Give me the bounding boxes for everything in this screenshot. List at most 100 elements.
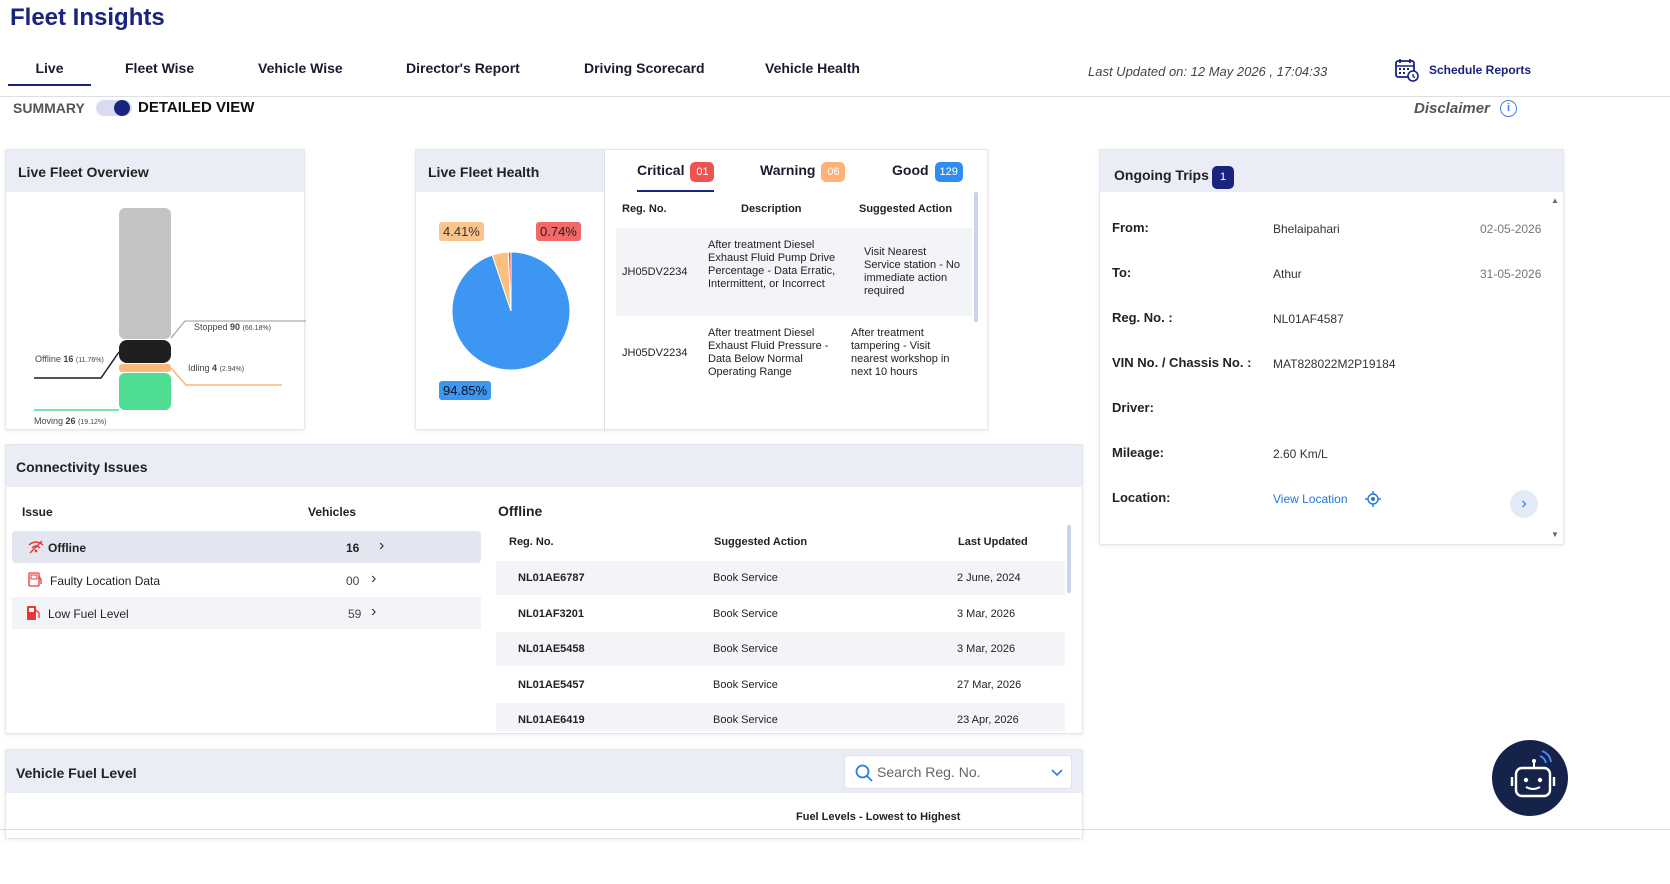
table-row[interactable]: JH05DV2234 After treatment Diesel Exhaus… bbox=[616, 228, 972, 316]
updated-cell: 3 Mar, 2026 bbox=[957, 643, 1016, 655]
detailed-view-label[interactable]: DETAILED VIEW bbox=[138, 99, 254, 116]
tab-fleet-wise[interactable]: Fleet Wise bbox=[125, 60, 194, 86]
col-suggested-action: Suggested Action bbox=[714, 536, 808, 548]
good-count-badge: 129 bbox=[934, 162, 963, 182]
issue-row-low-fuel[interactable]: Low Fuel Level 59 › bbox=[12, 597, 481, 629]
offline-icon bbox=[28, 540, 44, 554]
critical-count-badge: 01 bbox=[690, 162, 715, 182]
chevron-right-icon[interactable]: › bbox=[371, 603, 376, 621]
info-icon[interactable]: i bbox=[1500, 100, 1517, 117]
locate-icon[interactable] bbox=[1365, 491, 1381, 507]
stopped-bar bbox=[119, 208, 171, 339]
ongoing-trips-card: Ongoing Trips 1 From: Bhelaipahari 02-05… bbox=[1099, 149, 1564, 545]
idling-label: Idling 4 (2.94%) bbox=[188, 363, 245, 373]
table-row[interactable]: NL01AE5457 Book Service 27 Mar, 2026 bbox=[496, 668, 1065, 702]
issue-count: 00 bbox=[346, 574, 360, 588]
from-label: From: bbox=[1112, 220, 1149, 235]
to-label: To: bbox=[1112, 265, 1132, 280]
action-cell: Visit Nearest Service station - No immed… bbox=[864, 246, 960, 297]
reg-cell: NL01AE6419 bbox=[518, 714, 585, 726]
scrollbar[interactable] bbox=[1067, 525, 1071, 593]
table-row[interactable]: NL01AE5458 Book Service 3 Mar, 2026 bbox=[496, 632, 1065, 666]
table-row[interactable]: JH05DV2234 After treatment Diesel Exhaus… bbox=[616, 320, 972, 390]
view-location-link[interactable]: View Location bbox=[1273, 492, 1348, 506]
warning-count-badge: 06 bbox=[821, 162, 846, 182]
tab-warning[interactable]: Warning 06 bbox=[760, 162, 846, 182]
scrollbar[interactable] bbox=[974, 192, 978, 322]
tab-critical[interactable]: Critical 01 bbox=[637, 162, 715, 192]
next-trip-button[interactable]: › bbox=[1510, 490, 1538, 518]
tab-directors-report[interactable]: Director's Report bbox=[406, 60, 520, 86]
header-divider bbox=[0, 96, 1670, 97]
action-cell: Book Service bbox=[713, 714, 778, 726]
col-issue: Issue bbox=[22, 505, 53, 519]
col-description: Description bbox=[741, 203, 802, 215]
table-row[interactable]: NL01AE6787 Book Service 2 June, 2024 bbox=[496, 561, 1065, 595]
chatbot-button[interactable] bbox=[1492, 740, 1568, 816]
tab-good[interactable]: Good 129 bbox=[892, 162, 963, 182]
table-row[interactable]: NL01AF3201 Book Service 3 Mar, 2026 bbox=[496, 597, 1065, 631]
view-toggle[interactable] bbox=[96, 100, 132, 116]
fuel-pump-icon bbox=[27, 606, 40, 620]
location-label: Location: bbox=[1112, 490, 1171, 505]
action-cell: After treatment tampering - Visit neares… bbox=[851, 327, 950, 378]
table-row[interactable]: NL01AE6419 Book Service 23 Apr, 2026 bbox=[496, 703, 1065, 731]
offline-label: Offline 16 (11.76%) bbox=[35, 354, 104, 364]
card-header: Live Fleet Health Critical 01 Warning 06 G… bbox=[416, 150, 987, 192]
live-fleet-health-card: Live Fleet Health Critical 01 Warning 06 G… bbox=[415, 149, 988, 431]
chevron-right-icon[interactable]: › bbox=[371, 570, 376, 588]
scroll-up-icon[interactable]: ▲ bbox=[1551, 196, 1559, 205]
offline-table-title: Offline bbox=[498, 503, 543, 519]
card-title: Ongoing Trips bbox=[1114, 167, 1209, 183]
issue-row-faulty-location[interactable]: Faulty Location Data 00 › bbox=[12, 564, 481, 596]
updated-cell: 23 Apr, 2026 bbox=[957, 714, 1019, 726]
reg-cell: JH05DV2234 bbox=[622, 347, 688, 359]
disclaimer-link[interactable]: Disclaimer bbox=[1414, 100, 1490, 117]
stopped-label: Stopped 90 (66.18%) bbox=[194, 322, 271, 332]
to-date: 31-05-2026 bbox=[1480, 267, 1542, 281]
idling-bar bbox=[119, 364, 171, 372]
warning-pct-label: 4.41% bbox=[439, 222, 484, 241]
issue-row-offline[interactable]: Offline 16 › bbox=[12, 531, 481, 563]
schedule-reports-button[interactable]: Schedule Reports bbox=[1395, 58, 1531, 82]
col-reg-no: Reg. No. bbox=[509, 536, 554, 548]
tab-vehicle-wise[interactable]: Vehicle Wise bbox=[258, 60, 343, 86]
action-cell: Book Service bbox=[713, 608, 778, 620]
updated-cell: 2 June, 2024 bbox=[957, 572, 1021, 584]
reg-cell: NL01AF3201 bbox=[518, 608, 585, 620]
tab-vehicle-health[interactable]: Vehicle Health bbox=[765, 60, 860, 86]
tab-driving-scorecard[interactable]: Driving Scorecard bbox=[584, 60, 705, 86]
col-vehicles: Vehicles bbox=[308, 505, 357, 519]
mileage-value: 2.60 Km/L bbox=[1273, 447, 1328, 461]
card-title: Connectivity Issues bbox=[16, 459, 148, 475]
driver-label: Driver: bbox=[1112, 400, 1154, 415]
chevron-down-icon[interactable] bbox=[1051, 769, 1063, 777]
scroll-down-icon[interactable]: ▼ bbox=[1551, 530, 1559, 539]
issue-label: Faulty Location Data bbox=[50, 574, 161, 588]
search-input[interactable] bbox=[877, 764, 1037, 780]
calendar-clock-icon bbox=[1395, 59, 1419, 82]
updated-cell: 3 Mar, 2026 bbox=[957, 608, 1016, 620]
chatbot-icon bbox=[1510, 750, 1556, 798]
moving-bar bbox=[119, 373, 171, 410]
reg-cell: NL01AE5457 bbox=[518, 679, 585, 691]
last-updated: Last Updated on: 12 May 2026 , 17:04:33 bbox=[1088, 64, 1328, 79]
search-icon bbox=[855, 764, 873, 782]
faulty-location-icon bbox=[28, 572, 42, 587]
chevron-right-icon[interactable]: › bbox=[379, 537, 384, 555]
card-header: Ongoing Trips 1 bbox=[1100, 150, 1563, 192]
bottom-divider bbox=[0, 829, 1670, 830]
issue-label: Offline bbox=[48, 541, 86, 555]
search-reg-no[interactable] bbox=[844, 755, 1072, 789]
card-title: Live Fleet Health bbox=[428, 164, 540, 180]
from-date: 02-05-2026 bbox=[1480, 222, 1542, 236]
tab-live[interactable]: Live bbox=[8, 60, 91, 86]
fuel-chart-subtitle: Fuel Levels - Lowest to Highest bbox=[796, 811, 961, 823]
card-header: Connectivity Issues bbox=[6, 445, 1082, 487]
reg-label: Reg. No. : bbox=[1112, 310, 1173, 325]
updated-cell: 27 Mar, 2026 bbox=[957, 679, 1022, 691]
trip-count-badge: 1 bbox=[1212, 166, 1234, 189]
summary-label[interactable]: SUMMARY bbox=[13, 100, 85, 116]
description-cell: After treatment Diesel Exhaust Fluid Pum… bbox=[708, 239, 836, 290]
reg-cell: NL01AE6787 bbox=[518, 572, 585, 584]
